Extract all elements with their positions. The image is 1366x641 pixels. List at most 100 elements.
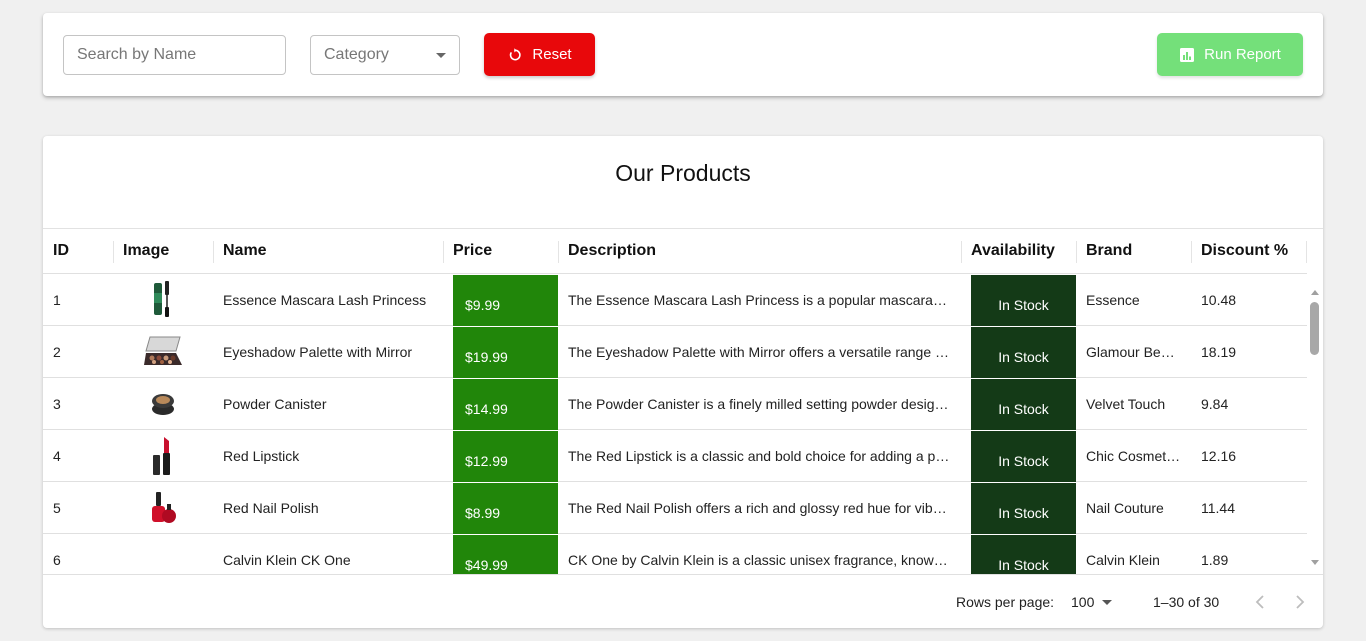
column-header-discount[interactable]: Discount %	[1191, 229, 1306, 273]
run-report-button[interactable]: Run Report	[1157, 33, 1303, 76]
table-row[interactable]: 1 Essence Mascara Lash Princess $9.99 Th…	[43, 274, 1307, 326]
availability-cell: In Stock	[971, 275, 1076, 326]
description-text: The Essence Mascara Lash Princess is a p…	[568, 291, 947, 308]
cell-discount: 18.19	[1201, 343, 1237, 360]
description-text: The Powder Canister is a finely milled s…	[568, 395, 949, 412]
price-cell: $12.99	[453, 431, 558, 482]
cell-discount: 12.16	[1201, 447, 1237, 464]
scroll-up-arrow-icon[interactable]	[1311, 290, 1319, 295]
lipstick-image	[113, 430, 213, 481]
table-row[interactable]: 3 Powder Canister $14.99 The Powder Cani…	[43, 378, 1307, 430]
column-header-name[interactable]: Name	[213, 229, 443, 273]
page-title: Our Products	[615, 160, 751, 186]
availability-cell: In Stock	[971, 483, 1076, 534]
product-image-empty	[113, 534, 213, 575]
cell-description: The Red Lipstick is a classic and bold c…	[558, 430, 961, 481]
run-report-button-label: Run Report	[1204, 46, 1281, 63]
cell-id: 1	[53, 291, 61, 308]
table-pagination: Rows per page: 100 1–30 of 30	[43, 574, 1323, 628]
refresh-icon	[510, 47, 522, 60]
table-body: 1 Essence Mascara Lash Princess $9.99 Th…	[43, 274, 1307, 575]
search-input[interactable]	[63, 35, 286, 75]
price-cell: $14.99	[453, 379, 558, 430]
column-header-price[interactable]: Price	[443, 229, 558, 273]
chevron-left-icon	[1255, 595, 1264, 609]
cell-id: 3	[53, 395, 61, 412]
description-text: The Red Nail Polish offers a rich and gl…	[568, 499, 947, 516]
chevron-right-icon	[1296, 595, 1305, 609]
brand-text: Chic Cosmet…	[1086, 447, 1181, 464]
bar-chart-icon	[1180, 47, 1195, 62]
cell-name: Eyeshadow Palette with Mirror	[223, 343, 413, 360]
table-row[interactable]: 6 Calvin Klein CK One $49.99 CK One by C…	[43, 534, 1307, 575]
cell-description: CK One by Calvin Klein is a classic unis…	[558, 534, 961, 575]
availability-cell: In Stock	[971, 327, 1076, 378]
reset-button-label: Reset	[532, 46, 572, 63]
brand-text: Velvet Touch	[1086, 395, 1166, 412]
brand-text: Calvin Klein	[1086, 551, 1160, 568]
cell-brand: Nail Couture	[1076, 482, 1191, 533]
cell-discount: 1.89	[1201, 551, 1229, 568]
cell-id: 6	[53, 551, 61, 568]
table-header: ID Image Name Price Description Availabi…	[43, 229, 1307, 274]
column-header-brand[interactable]: Brand	[1076, 229, 1191, 273]
availability-cell: In Stock	[971, 535, 1076, 575]
mascara-image	[113, 274, 213, 325]
cell-discount: 9.84	[1201, 395, 1229, 412]
cell-description: The Essence Mascara Lash Princess is a p…	[558, 274, 961, 325]
column-header-image[interactable]: Image	[113, 229, 213, 273]
scrollbar-thumb[interactable]	[1310, 302, 1319, 355]
rows-per-page-select[interactable]: 100	[1071, 594, 1113, 610]
column-header-description[interactable]: Description	[558, 229, 961, 273]
category-select-label: Category	[324, 46, 389, 63]
pagination-range: 1–30 of 30	[1153, 594, 1220, 610]
column-header-id[interactable]: ID	[43, 229, 113, 273]
products-card: Our Products ID Image Name Price Descrip…	[43, 136, 1323, 628]
cell-brand: Calvin Klein	[1076, 534, 1191, 575]
cell-name: Red Lipstick	[223, 447, 300, 464]
cell-id: 2	[53, 343, 61, 360]
cell-name: Powder Canister	[223, 395, 327, 412]
cell-discount: 11.44	[1201, 499, 1235, 516]
brand-text: Glamour Be…	[1086, 343, 1175, 360]
powder-canister-image	[113, 378, 213, 429]
cell-name: Calvin Klein CK One	[223, 551, 351, 568]
products-table: ID Image Name Price Description Availabi…	[43, 228, 1323, 575]
price-cell: $9.99	[453, 275, 558, 326]
availability-cell: In Stock	[971, 431, 1076, 482]
cell-brand: Chic Cosmet…	[1076, 430, 1191, 481]
reset-button[interactable]: Reset	[484, 33, 595, 76]
cell-brand: Glamour Be…	[1076, 326, 1191, 377]
nail-polish-image	[113, 482, 213, 533]
cell-name: Red Nail Polish	[223, 499, 319, 516]
eyeshadow-palette-image	[113, 326, 213, 377]
cell-discount: 10.48	[1201, 291, 1237, 308]
availability-cell: In Stock	[971, 379, 1076, 430]
price-cell: $8.99	[453, 483, 558, 534]
description-text: CK One by Calvin Klein is a classic unis…	[568, 551, 948, 568]
column-separator[interactable]	[1306, 241, 1307, 263]
rows-per-page-label: Rows per page:	[956, 594, 1055, 610]
table-row[interactable]: 4 Red Lipstick $12.99 The Red Lipstick i…	[43, 430, 1307, 482]
cell-description: The Eyeshadow Palette with Mirror offers…	[558, 326, 961, 377]
table-row[interactable]: 2 Eyeshadow Palette with Mirror $19.99 T…	[43, 326, 1307, 378]
rows-per-page-value: 100	[1071, 594, 1095, 610]
vertical-scrollbar[interactable]	[1307, 274, 1323, 575]
chevron-down-icon	[1102, 599, 1113, 605]
price-cell: $49.99	[453, 535, 558, 575]
description-text: The Eyeshadow Palette with Mirror offers…	[568, 343, 950, 360]
column-header-availability[interactable]: Availability	[961, 229, 1076, 273]
table-row[interactable]: 5 Red Nail Polish $8.99 The Red Nail Pol…	[43, 482, 1307, 534]
cell-id: 5	[53, 499, 61, 516]
scroll-down-arrow-icon[interactable]	[1311, 560, 1319, 565]
cell-id: 4	[53, 447, 61, 464]
description-text: The Red Lipstick is a classic and bold c…	[568, 447, 950, 464]
previous-page-button[interactable]	[1249, 591, 1271, 613]
chevron-down-icon	[436, 52, 446, 58]
brand-text: Essence	[1086, 291, 1140, 308]
cell-brand: Essence	[1076, 274, 1191, 325]
filter-toolbar: Category Reset Run Report	[43, 13, 1323, 96]
next-page-button[interactable]	[1289, 591, 1311, 613]
cell-description: The Red Nail Polish offers a rich and gl…	[558, 482, 961, 533]
category-select[interactable]: Category	[310, 35, 460, 75]
